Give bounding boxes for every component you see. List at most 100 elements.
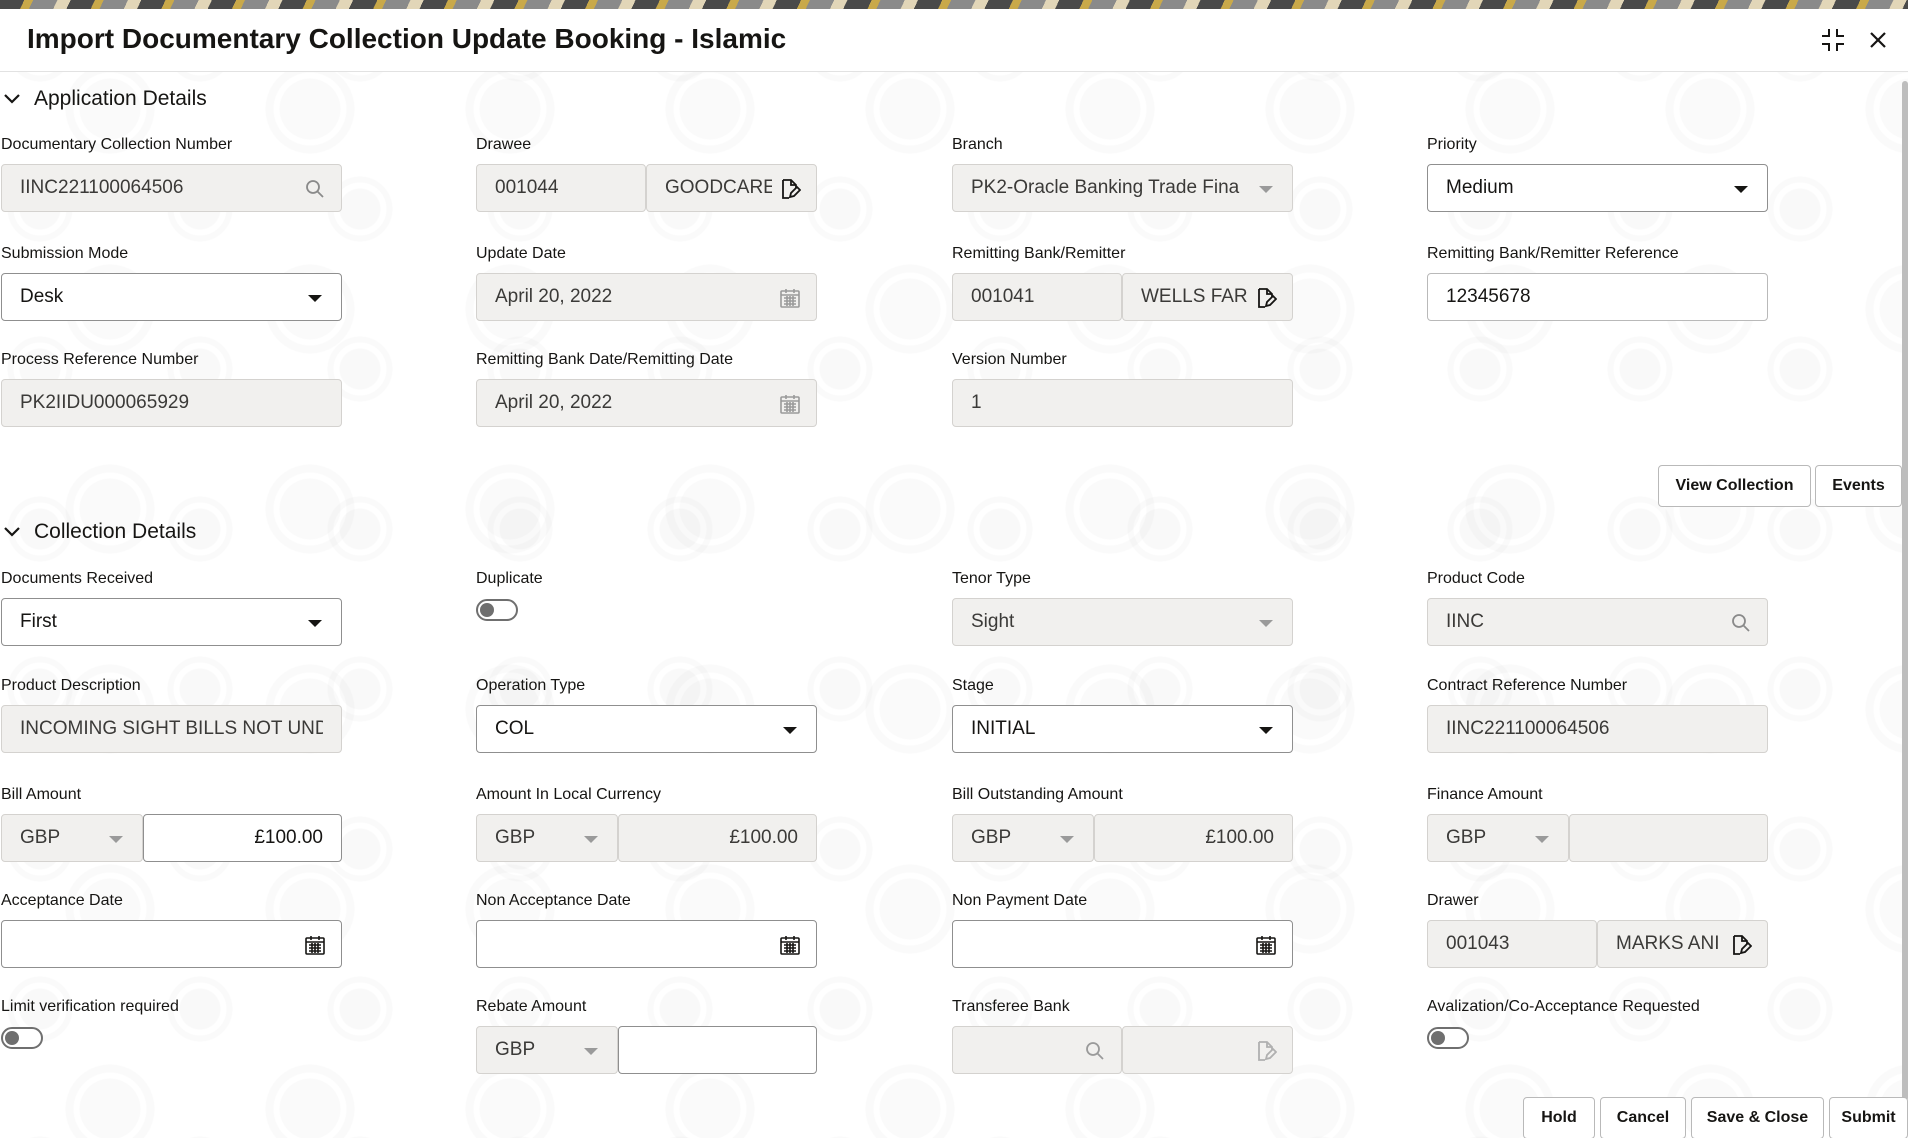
- calendar-icon[interactable]: [1254, 933, 1278, 957]
- field-value: GOODCARE: [665, 177, 772, 198]
- field-label: Documents Received: [1, 570, 154, 587]
- chevron-down-icon: [1254, 611, 1278, 635]
- product-description-field: Product Description INCOMING SIGHT BILLS…: [1, 676, 343, 753]
- edit-document-icon[interactable]: [1729, 933, 1753, 957]
- amount-local-currency-field: Amount In Local Currency GBP £100.00: [476, 785, 818, 862]
- edit-document-icon[interactable]: [778, 177, 802, 201]
- compress-icon[interactable]: [1816, 23, 1850, 57]
- booking-window: Import Documentary Collection Update Boo…: [0, 9, 1908, 1138]
- title-bar: Import Documentary Collection Update Boo…: [0, 9, 1908, 72]
- rebate-amount-input[interactable]: [618, 1026, 817, 1074]
- hold-button[interactable]: Hold: [1523, 1097, 1595, 1138]
- vertical-scrollbar[interactable]: [1902, 81, 1908, 1101]
- search-icon[interactable]: [1729, 611, 1753, 635]
- field-value: WELLS FAR: [1141, 286, 1248, 307]
- drawer-code-input[interactable]: 001043: [1427, 920, 1597, 968]
- process-reference-number-input[interactable]: PK2IIDU000065929: [1, 379, 342, 427]
- update-date-input[interactable]: April 20, 2022: [476, 273, 817, 321]
- field-value: Medium: [1446, 177, 1514, 198]
- remitting-bank-reference-input[interactable]: 12345678: [1427, 273, 1768, 321]
- limit-verification-toggle[interactable]: [1, 1027, 43, 1049]
- version-number-input[interactable]: 1: [952, 379, 1293, 427]
- events-button[interactable]: Events: [1815, 465, 1902, 507]
- stage-select[interactable]: INITIAL: [952, 705, 1293, 753]
- finance-amount-field: Finance Amount GBP: [1427, 785, 1769, 862]
- bill-amount-currency-select[interactable]: GBP: [1, 814, 143, 862]
- calendar-icon[interactable]: [778, 933, 802, 957]
- operation-type-select[interactable]: COL: [476, 705, 817, 753]
- remitting-bank-code-input[interactable]: 001041: [952, 273, 1122, 321]
- operation-type-field: Operation Type COL: [476, 676, 818, 753]
- field-label: Branch: [952, 136, 1003, 153]
- calendar-icon[interactable]: [778, 392, 802, 416]
- field-label: Version Number: [952, 351, 1067, 368]
- avalization-toggle[interactable]: [1427, 1027, 1469, 1049]
- field-label: Process Reference Number: [1, 351, 199, 368]
- amount-local-currency-select[interactable]: GBP: [476, 814, 618, 862]
- search-icon[interactable]: [1083, 1039, 1107, 1063]
- drawee-name-input[interactable]: GOODCARE: [646, 164, 817, 212]
- duplicate-toggle[interactable]: [476, 599, 518, 621]
- non-acceptance-date-input[interactable]: [476, 920, 817, 968]
- documentary-collection-number-field: Documentary Collection Number IINC221100…: [1, 135, 343, 212]
- save-close-button[interactable]: Save & Close: [1691, 1097, 1824, 1138]
- priority-select[interactable]: Medium: [1427, 164, 1768, 212]
- field-label: Amount In Local Currency: [476, 786, 661, 803]
- field-label: Documentary Collection Number: [1, 136, 233, 153]
- product-code-field: Product Code IINC: [1427, 569, 1769, 646]
- bill-amount-input[interactable]: £100.00: [143, 814, 342, 862]
- remitting-date-input[interactable]: April 20, 2022: [476, 379, 817, 427]
- product-code-input[interactable]: IINC: [1427, 598, 1768, 646]
- acceptance-date-input[interactable]: [1, 920, 342, 968]
- edit-document-icon[interactable]: [1254, 1039, 1278, 1063]
- calendar-icon[interactable]: [778, 286, 802, 310]
- bill-outstanding-currency-select[interactable]: GBP: [952, 814, 1094, 862]
- chevron-down-icon: [1530, 827, 1554, 851]
- field-value: IINC221100064506: [20, 177, 184, 198]
- view-collection-button[interactable]: View Collection: [1658, 465, 1811, 507]
- submission-mode-select[interactable]: Desk: [1, 273, 342, 321]
- field-value: INCOMING SIGHT BILLS NOT UNDE: [20, 718, 323, 739]
- tenor-type-select[interactable]: Sight: [952, 598, 1293, 646]
- calendar-icon[interactable]: [303, 933, 327, 957]
- field-label: Tenor Type: [952, 570, 1031, 587]
- avalization-field: Avalization/Co-Acceptance Requested: [1427, 997, 1769, 1049]
- field-label: Acceptance Date: [1, 892, 123, 909]
- transferee-bank-code-input[interactable]: [952, 1026, 1122, 1074]
- bill-outstanding-amount-field: Bill Outstanding Amount GBP £100.00: [952, 785, 1294, 862]
- non-acceptance-date-field: Non Acceptance Date: [476, 891, 818, 968]
- field-label: Non Acceptance Date: [476, 892, 631, 909]
- edit-document-icon[interactable]: [1254, 286, 1278, 310]
- search-icon[interactable]: [303, 177, 327, 201]
- drawee-code-input[interactable]: 001044: [476, 164, 646, 212]
- drawee-field: Drawee 001044 GOODCARE: [476, 135, 818, 212]
- stage-field: Stage INITIAL: [952, 676, 1294, 753]
- field-value: Sight: [971, 611, 1015, 632]
- cancel-button[interactable]: Cancel: [1600, 1097, 1686, 1138]
- submit-button[interactable]: Submit: [1829, 1097, 1908, 1138]
- documentary-collection-number-input[interactable]: IINC221100064506: [1, 164, 342, 212]
- field-label: Drawer: [1427, 892, 1479, 909]
- field-label: Rebate Amount: [476, 998, 587, 1015]
- bill-outstanding-input[interactable]: £100.00: [1094, 814, 1293, 862]
- rebate-currency-select[interactable]: GBP: [476, 1026, 618, 1074]
- close-icon[interactable]: [1861, 23, 1895, 57]
- tenor-type-field: Tenor Type Sight: [952, 569, 1294, 646]
- product-description-input[interactable]: INCOMING SIGHT BILLS NOT UNDE: [1, 705, 342, 753]
- chevron-down-icon: [1254, 177, 1278, 201]
- remitting-bank-reference-field: Remitting Bank/Remitter Reference 123456…: [1427, 244, 1769, 321]
- collection-details-header[interactable]: Collection Details: [2, 516, 196, 548]
- finance-amount-currency-select[interactable]: GBP: [1427, 814, 1569, 862]
- branch-select[interactable]: PK2-Oracle Banking Trade Fina: [952, 164, 1293, 212]
- application-details-header[interactable]: Application Details: [2, 83, 207, 115]
- contract-reference-number-input[interactable]: IINC221100064506: [1427, 705, 1768, 753]
- non-payment-date-input[interactable]: [952, 920, 1293, 968]
- field-value: PK2IIDU000065929: [20, 392, 190, 413]
- remitting-bank-name-input[interactable]: WELLS FAR: [1122, 273, 1293, 321]
- amount-local-input[interactable]: £100.00: [618, 814, 817, 862]
- documents-received-select[interactable]: First: [1, 598, 342, 646]
- drawer-name-input[interactable]: MARKS ANI: [1597, 920, 1768, 968]
- finance-amount-input[interactable]: [1569, 814, 1768, 862]
- transferee-bank-name-input[interactable]: [1122, 1026, 1293, 1074]
- remitting-bank-field: Remitting Bank/Remitter 001041 WELLS FAR: [952, 244, 1294, 321]
